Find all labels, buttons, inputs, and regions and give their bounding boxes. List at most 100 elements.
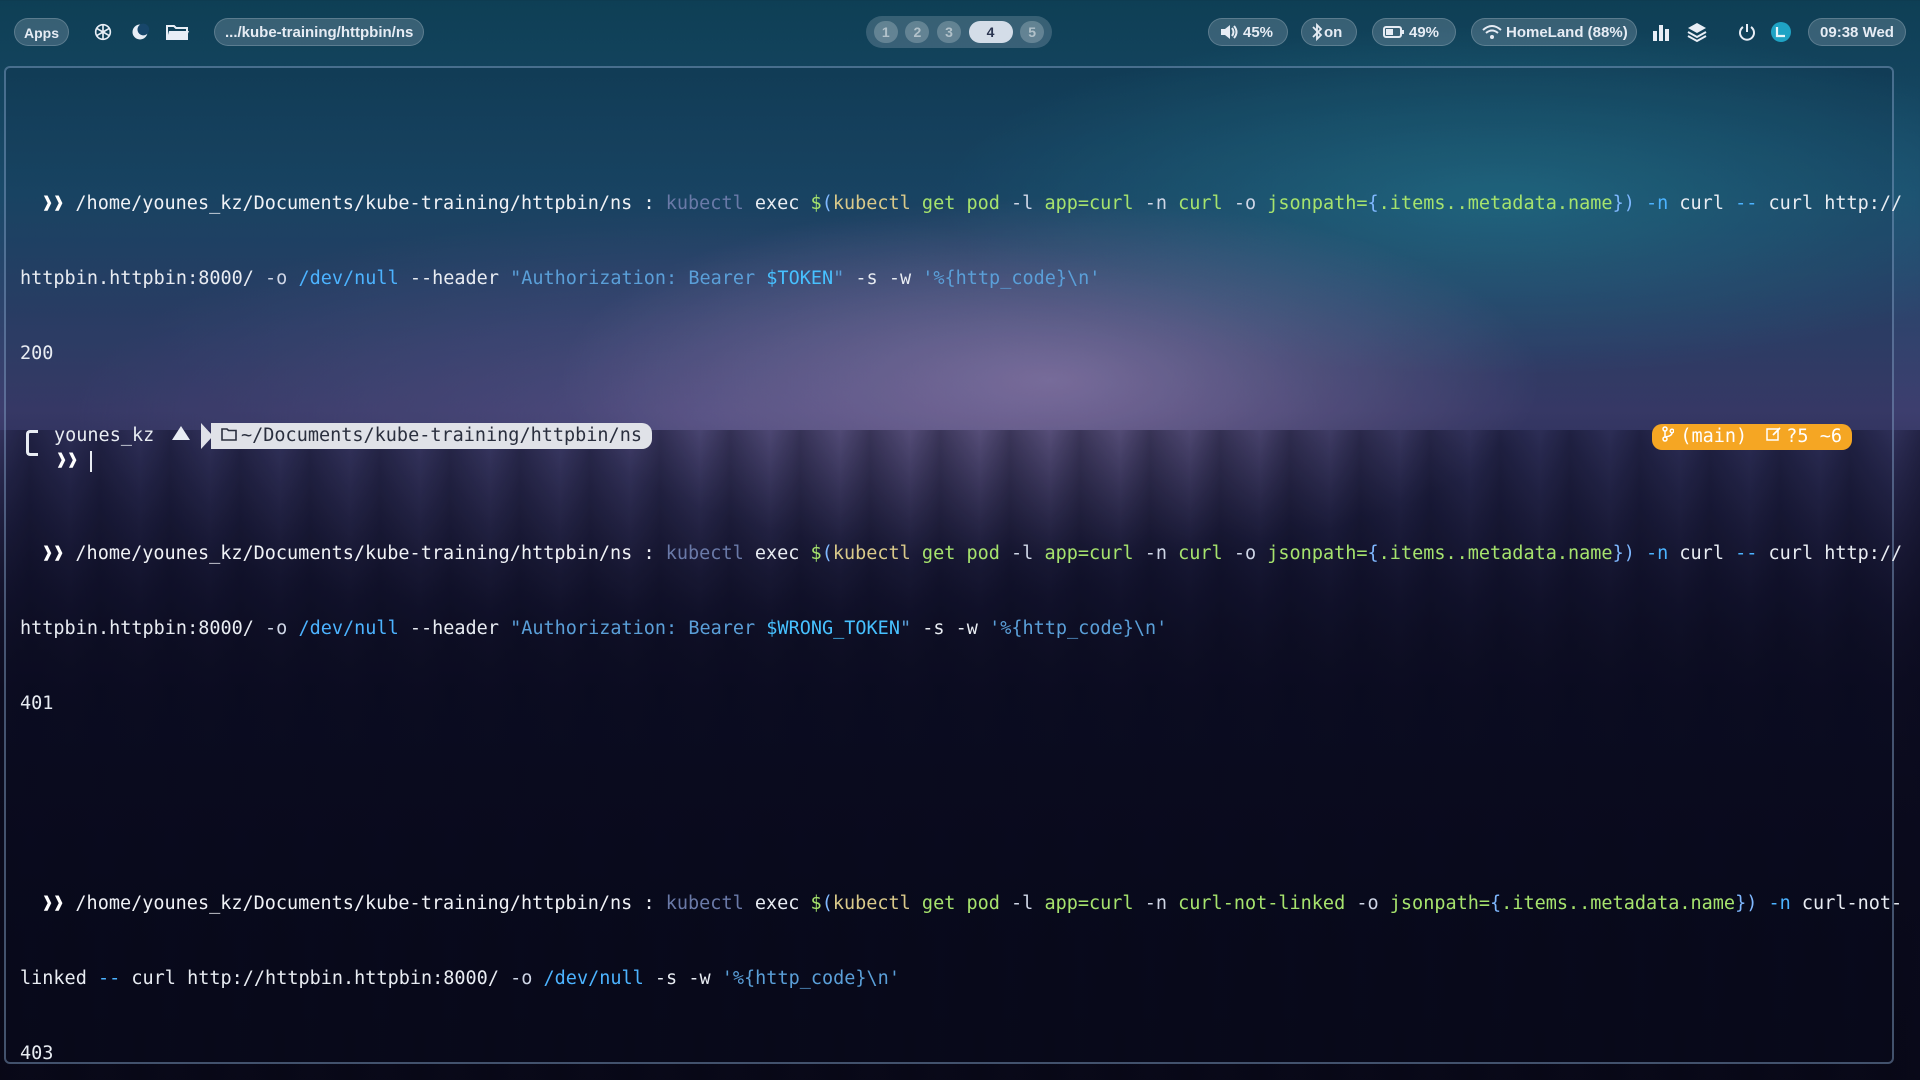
command-line: ❱❱ /home/younes_kz/Documents/kube-traini… <box>20 191 1902 216</box>
cmd-token: http:// <box>1824 193 1903 214</box>
cmd-token: httpbin.httpbin:8000/ <box>20 268 254 289</box>
prompt-symbol: ❱❱ <box>42 893 65 914</box>
cmd-token: /dev/null <box>298 268 399 289</box>
command-line-wrap: httpbin.httpbin:8000/ -o /dev/null --hea… <box>20 266 1890 291</box>
prompt-user: younes_kz <box>54 425 155 446</box>
powerline-user: younes_kz <box>54 423 191 449</box>
workspace-5[interactable]: 5 <box>1020 21 1045 43</box>
cmd-token: -- <box>86 968 132 989</box>
cmd-token: -- <box>1723 543 1769 564</box>
folder-icon <box>221 423 237 449</box>
cmd-token: httpbin.httpbin:8000/ <box>20 618 254 639</box>
cmd-token: $ <box>810 193 822 214</box>
cmd-token: -s -w <box>844 268 923 289</box>
cmd-token: -o <box>1345 893 1390 914</box>
cmd-token: -l <box>1011 193 1045 214</box>
cloud-icon <box>171 423 191 449</box>
cmd-token: .items..metadata.name <box>1378 193 1613 214</box>
cmd-token: " <box>899 618 912 639</box>
cmd-token: .items..metadata.name <box>1378 543 1613 564</box>
cmd-token: $ <box>810 893 822 914</box>
path-indicator[interactable]: .../kube-training/httpbin/ns <box>214 18 425 46</box>
command-line-wrap: linked -- curl http://httpbin.httpbin:80… <box>20 966 1890 991</box>
moon-icon[interactable] <box>127 18 153 46</box>
power-icon[interactable] <box>1734 18 1760 46</box>
cmd-token: -n <box>1757 893 1802 914</box>
workspace-4[interactable]: 4 <box>968 21 1013 43</box>
cmd-token: curl <box>1768 543 1825 564</box>
cmd-token: '%{http_code}\n' <box>721 968 900 989</box>
cmd-token: " <box>833 268 845 289</box>
workspace-2[interactable]: 2 <box>905 21 930 43</box>
cmd-token: ( <box>821 543 833 564</box>
wifi-icon <box>1481 19 1503 55</box>
command-output: 401 <box>20 693 54 714</box>
input-prompt-symbol: ❱❱ <box>56 450 79 471</box>
speaker-icon <box>1219 19 1239 55</box>
cmd-token: curl <box>1178 193 1223 214</box>
prompt-dir: ~/Documents/kube-training/httpbin/ns <box>241 425 642 446</box>
cmd-token: -n <box>1133 193 1179 214</box>
cmd-token: jsonpath= <box>1389 893 1491 914</box>
bar-chart-icon[interactable] <box>1648 18 1674 46</box>
workspace-3[interactable]: 3 <box>936 21 961 43</box>
command-line-wrap: httpbin.httpbin:8000/ -o /dev/null --hea… <box>20 616 1890 641</box>
prompt-bracket <box>26 430 38 456</box>
cmd-token: { <box>1367 193 1379 214</box>
cmd-token: ) <box>1746 893 1758 914</box>
cmd-token: '%{http_code}\n' <box>922 268 1101 289</box>
cmd-token: get pod <box>910 543 1012 564</box>
cmd-token: get pod <box>910 193 1012 214</box>
powerline-dir: ~/Documents/kube-training/httpbin/ns <box>211 423 652 449</box>
cmd-token: ( <box>821 893 833 914</box>
terminal-window[interactable]: ❱❱ /home/younes_kz/Documents/kube-traini… <box>4 66 1902 1064</box>
cmd-token: -o <box>253 268 299 289</box>
clock[interactable]: 09:38 Wed <box>1808 18 1906 46</box>
avatar-icon[interactable] <box>1768 18 1794 46</box>
layers-icon[interactable] <box>1684 18 1710 46</box>
cmd-token: .items..metadata.name <box>1501 893 1736 914</box>
cmd-token: -s -w <box>911 618 990 639</box>
cmd-token: -o <box>498 968 544 989</box>
command-line: ❱❱ /home/younes_kz/Documents/kube-traini… <box>20 891 1902 916</box>
git-branch: (main) <box>1680 426 1748 447</box>
workspace-1[interactable]: 1 <box>873 21 898 43</box>
cmd-token: exec <box>743 193 811 214</box>
bluetooth-indicator[interactable]: on <box>1301 18 1357 46</box>
git-status: ?5 ~6 <box>1786 426 1842 447</box>
openai-icon[interactable] <box>90 18 116 46</box>
cmd-token: kubectl <box>832 193 911 214</box>
cmd-token: /dev/null <box>543 968 644 989</box>
prompt-path: /home/younes_kz/Documents/kube-training/… <box>75 893 633 914</box>
cmd-token: $ <box>810 543 822 564</box>
prompt-path: /home/younes_kz/Documents/kube-training/… <box>75 193 633 214</box>
cmd-token: kubectl <box>832 543 911 564</box>
cmd-token: -n <box>1133 543 1179 564</box>
terminal-output: ❱❱ /home/younes_kz/Documents/kube-traini… <box>20 116 1902 1080</box>
cmd-token: -o <box>1222 193 1268 214</box>
cmd-token: curl <box>1679 193 1724 214</box>
cmd-token: ) <box>1623 543 1635 564</box>
battery-value: 49% <box>1409 24 1440 41</box>
cmd-token: /dev/null <box>298 618 399 639</box>
cmd-token: -l <box>1011 893 1045 914</box>
prompt-symbol: ❱❱ <box>42 543 65 564</box>
cmd-token: kubectl <box>832 893 911 914</box>
text-cursor[interactable] <box>90 451 92 472</box>
folder-icon[interactable] <box>164 18 190 46</box>
cmd-token: curl <box>1178 543 1223 564</box>
command-output: 200 <box>20 343 54 364</box>
cmd-token: ( <box>821 193 833 214</box>
bluetooth-icon <box>1311 19 1323 55</box>
battery-indicator[interactable]: 49% <box>1372 18 1456 46</box>
workspace-switcher: 1 2 3 4 5 <box>866 16 1052 48</box>
cmd-token: --header <box>398 618 511 639</box>
volume-indicator[interactable]: 45% <box>1208 18 1288 46</box>
cmd-token: kubectl <box>665 893 744 914</box>
cmd-token: '%{http_code}\n' <box>989 618 1168 639</box>
prompt-separator: : <box>643 543 655 564</box>
cmd-token: exec <box>743 893 811 914</box>
git-branch-icon <box>1662 424 1675 450</box>
wifi-indicator[interactable]: HomeLand (88%) <box>1471 18 1637 46</box>
apps-button[interactable]: Apps <box>14 18 69 46</box>
